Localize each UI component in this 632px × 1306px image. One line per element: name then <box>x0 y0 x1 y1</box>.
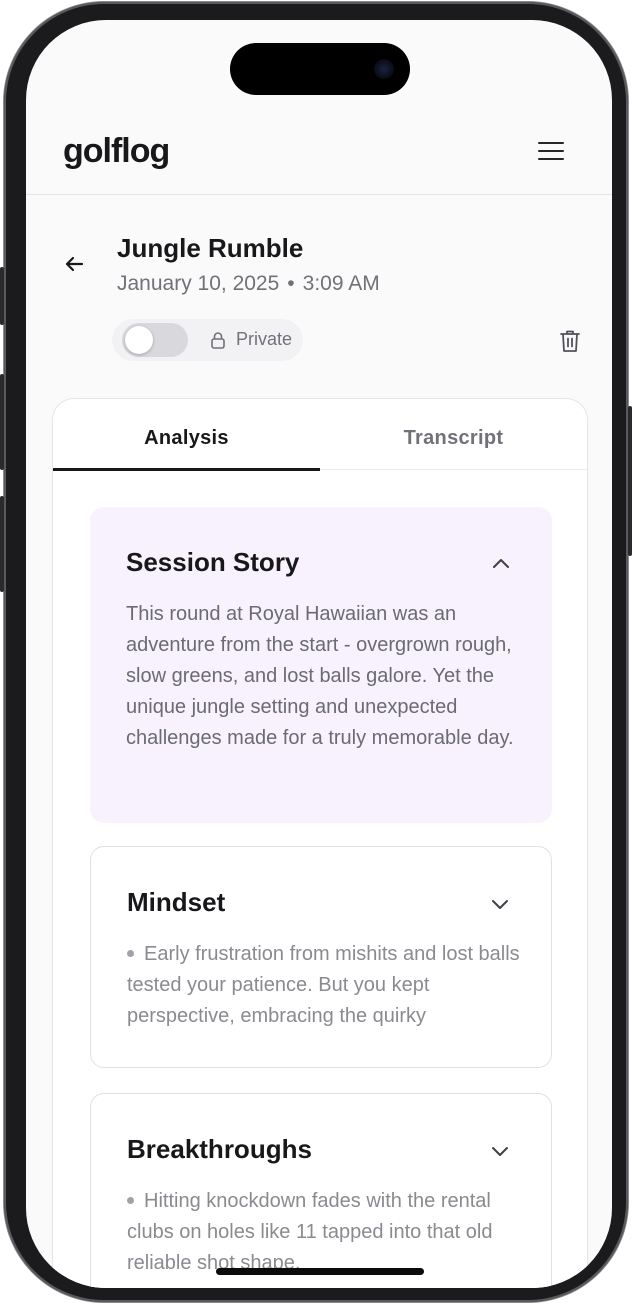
bullet-text: Hitting knockdown fades with the rental … <box>127 1190 493 1274</box>
screen: golflog Jungle Rumble January 10, 2025 • 3… <box>26 20 612 1288</box>
volume-down-button <box>0 496 4 592</box>
section-body: This round at Royal Hawaiian was an adve… <box>126 603 514 749</box>
section-breakthroughs: Breakthroughs Hitting knockdown fades wi… <box>90 1093 552 1288</box>
dynamic-island <box>230 43 410 95</box>
section-title[interactable]: Session Story <box>126 547 299 578</box>
section-title[interactable]: Mindset <box>127 887 225 918</box>
round-date: January 10, 2025 <box>117 272 280 295</box>
tab-bar: Analysis Transcript <box>53 399 587 471</box>
tab-analysis[interactable]: Analysis <box>53 399 320 471</box>
app-header: golflog <box>26 110 612 195</box>
arrow-left-icon[interactable] <box>60 250 88 278</box>
toggle-knob <box>125 326 153 354</box>
round-datetime: January 10, 2025 • 3:09 AM <box>117 272 380 296</box>
phone-frame: golflog Jungle Rumble January 10, 2025 • 3… <box>0 2 632 1302</box>
trash-icon[interactable] <box>558 328 582 354</box>
chevron-down-icon[interactable] <box>489 1140 511 1162</box>
section-session-story: Session Story This round at Royal Hawaii… <box>90 507 552 823</box>
round-title: Jungle Rumble <box>117 233 304 263</box>
section-title[interactable]: Breakthroughs <box>127 1134 312 1165</box>
bullet-dot <box>127 949 134 957</box>
lock-icon <box>210 331 226 349</box>
privacy-toggle[interactable] <box>122 323 188 357</box>
section-body: Hitting knockdown fades with the rental … <box>127 1186 527 1279</box>
datetime-separator: • <box>287 272 295 295</box>
front-camera <box>374 59 394 79</box>
chevron-down-icon[interactable] <box>489 893 511 915</box>
hamburger-menu-icon[interactable] <box>538 142 564 164</box>
bullet-dot <box>127 1196 134 1204</box>
app-logo[interactable]: golflog <box>63 132 170 171</box>
home-indicator[interactable] <box>216 1268 424 1275</box>
bullet-text: Early frustration from mishits and lost … <box>127 943 520 1027</box>
chevron-up-icon[interactable] <box>490 553 512 575</box>
round-time: 3:09 AM <box>302 272 380 295</box>
action-button <box>0 267 4 325</box>
volume-up-button <box>0 374 4 470</box>
section-body: Early frustration from mishits and lost … <box>127 939 527 1032</box>
tab-transcript[interactable]: Transcript <box>320 399 587 469</box>
privacy-label: Private <box>236 329 293 349</box>
privacy-control: Private <box>112 319 303 361</box>
section-mindset: Mindset Early frustration from mishits a… <box>90 846 552 1068</box>
power-button <box>628 406 632 556</box>
analysis-card: Analysis Transcript Session Story This r… <box>52 398 588 1288</box>
